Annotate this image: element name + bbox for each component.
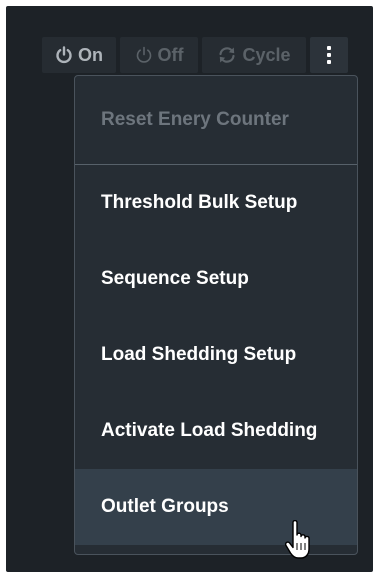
kebab-menu-icon	[327, 46, 331, 64]
menu-item-reset-energy-counter: Reset Enery Counter	[75, 76, 357, 165]
more-options-dropdown-menu: Reset Enery Counter Threshold Bulk Setup…	[74, 75, 358, 555]
power-icon	[136, 46, 151, 63]
power-toolbar: On Off Cycle	[42, 37, 348, 73]
power-cycle-button[interactable]: Cycle	[202, 37, 306, 73]
menu-item-outlet-groups[interactable]: Outlet Groups	[75, 469, 357, 545]
menu-item-label: Outlet Groups	[101, 496, 229, 517]
menu-item-label: Load Shedding Setup	[101, 344, 297, 365]
power-icon	[56, 46, 72, 64]
menu-item-label: Sequence Setup	[101, 268, 249, 289]
hand-pointer-cursor-icon	[284, 520, 310, 559]
power-on-label: On	[78, 44, 103, 65]
more-options-button[interactable]	[310, 37, 348, 73]
power-on-button[interactable]: On	[42, 37, 116, 73]
menu-item-activate-load-shedding[interactable]: Activate Load Shedding	[75, 393, 357, 469]
menu-item-label: Activate Load Shedding	[101, 420, 318, 441]
refresh-icon	[219, 47, 236, 63]
power-off-button[interactable]: Off	[120, 37, 198, 73]
power-cycle-label: Cycle	[242, 44, 291, 65]
menu-item-label: Reset Enery Counter	[101, 109, 289, 130]
menu-item-load-shedding-setup[interactable]: Load Shedding Setup	[75, 317, 357, 393]
menu-item-threshold-bulk-setup[interactable]: Threshold Bulk Setup	[75, 165, 357, 241]
menu-item-sequence-setup[interactable]: Sequence Setup	[75, 241, 357, 317]
power-off-label: Off	[157, 44, 184, 65]
menu-item-label: Threshold Bulk Setup	[101, 192, 298, 213]
